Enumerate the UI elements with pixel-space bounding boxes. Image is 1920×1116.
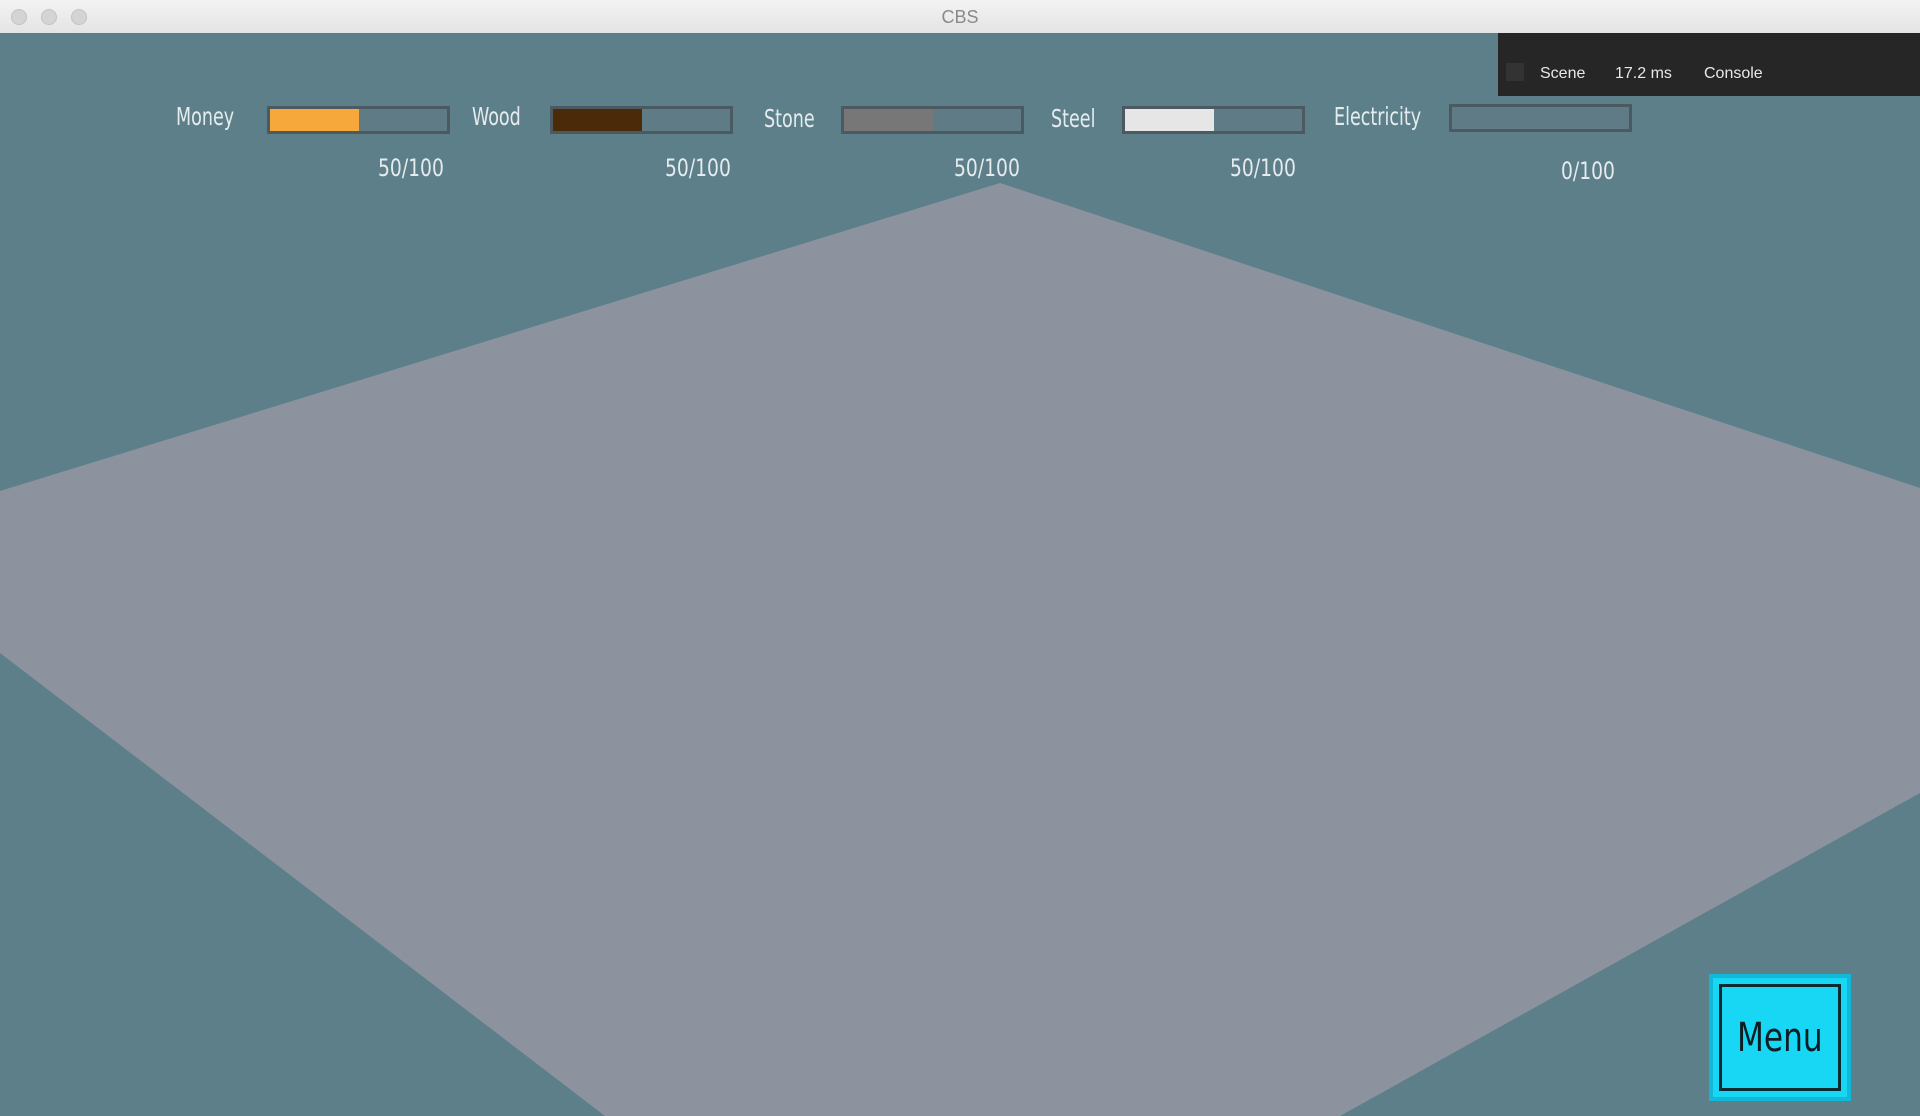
frame-time: 17.2 ms (1615, 65, 1672, 82)
debug-overlay: Scene 17.2 ms Console (1498, 33, 1920, 96)
wood-value: 50/100 (665, 154, 731, 182)
money-value: 50/100 (378, 154, 444, 182)
wood-bar (550, 106, 733, 134)
steel-value: 50/100 (1230, 154, 1296, 182)
game-viewport[interactable]: Money 50/100 Wood 50/100 Stone 50/100 St… (0, 33, 1920, 1116)
window-titlebar: CBS (0, 0, 1920, 34)
electricity-value: 0/100 (1561, 157, 1615, 185)
money-bar-fill (270, 109, 359, 131)
wood-label: Wood (472, 102, 521, 131)
debug-swatch-icon (1506, 63, 1524, 81)
menu-button[interactable]: Menu (1709, 974, 1851, 1101)
steel-bar (1122, 106, 1305, 134)
stone-value: 50/100 (954, 154, 1020, 182)
console-tab[interactable]: Console (1704, 65, 1763, 83)
scene-tab[interactable]: Scene (1540, 65, 1585, 83)
wood-bar-fill (553, 109, 642, 131)
ground-plane (0, 183, 1920, 1116)
money-label: Money (176, 102, 235, 131)
electricity-bar (1449, 104, 1632, 132)
window-title: CBS (941, 7, 979, 27)
stone-bar-fill (844, 109, 933, 131)
electricity-label: Electricity (1334, 102, 1422, 131)
money-bar (267, 106, 450, 134)
steel-label: Steel (1051, 104, 1096, 133)
steel-bar-fill (1125, 109, 1214, 131)
stone-label: Stone (764, 104, 815, 133)
menu-button-label: Menu (1737, 1015, 1823, 1061)
stone-bar (841, 106, 1024, 134)
